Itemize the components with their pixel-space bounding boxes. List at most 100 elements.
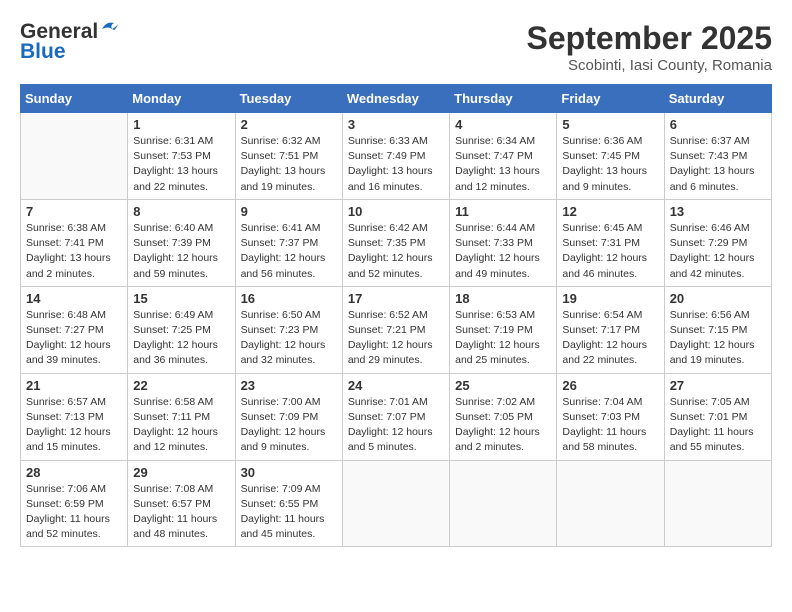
day-number: 25 (455, 378, 551, 393)
weekday-header: Wednesday (342, 85, 449, 113)
day-info: Sunrise: 7:06 AMSunset: 6:59 PMDaylight:… (26, 482, 122, 543)
day-info: Sunrise: 7:08 AMSunset: 6:57 PMDaylight:… (133, 482, 229, 543)
day-info: Sunrise: 6:33 AMSunset: 7:49 PMDaylight:… (348, 134, 444, 195)
logo-bird-icon (100, 21, 118, 37)
day-number: 19 (562, 291, 658, 306)
day-number: 11 (455, 204, 551, 219)
calendar-cell (21, 113, 128, 200)
day-info: Sunrise: 6:50 AMSunset: 7:23 PMDaylight:… (241, 308, 337, 369)
calendar-cell (664, 460, 771, 547)
day-info: Sunrise: 7:00 AMSunset: 7:09 PMDaylight:… (241, 395, 337, 456)
day-info: Sunrise: 6:46 AMSunset: 7:29 PMDaylight:… (670, 221, 766, 282)
calendar-cell: 8 Sunrise: 6:40 AMSunset: 7:39 PMDaylight… (128, 199, 235, 286)
calendar-cell: 6 Sunrise: 6:37 AMSunset: 7:43 PMDaylight… (664, 113, 771, 200)
day-number: 4 (455, 117, 551, 132)
calendar-body: 1 Sunrise: 6:31 AMSunset: 7:53 PMDaylight… (21, 113, 772, 547)
day-info: Sunrise: 6:37 AMSunset: 7:43 PMDaylight:… (670, 134, 766, 195)
calendar-cell (450, 460, 557, 547)
calendar-week-row: 21 Sunrise: 6:57 AMSunset: 7:13 PMDayligh… (21, 373, 772, 460)
calendar-cell: 18Sunrise: 6:53 AMSunset: 7:19 PMDayligh… (450, 286, 557, 373)
day-info: Sunrise: 6:44 AMSunset: 7:33 PMDaylight:… (455, 221, 551, 282)
calendar-cell: 14 Sunrise: 6:48 AMSunset: 7:27 PMDayligh… (21, 286, 128, 373)
calendar-cell: 20 Sunrise: 6:56 AMSunset: 7:15 PMDayligh… (664, 286, 771, 373)
weekday-header: Thursday (450, 85, 557, 113)
day-number: 6 (670, 117, 766, 132)
day-info: Sunrise: 6:45 AMSunset: 7:31 PMDaylight:… (562, 221, 658, 282)
day-number: 27 (670, 378, 766, 393)
day-info: Sunrise: 7:09 AMSunset: 6:55 PMDaylight:… (241, 482, 337, 543)
calendar-cell: 17 Sunrise: 6:52 AMSunset: 7:21 PMDayligh… (342, 286, 449, 373)
calendar-cell: 7Sunrise: 6:38 AMSunset: 7:41 PMDaylight… (21, 199, 128, 286)
calendar-cell: 2 Sunrise: 6:32 AMSunset: 7:51 PMDaylight… (235, 113, 342, 200)
calendar-cell: 1 Sunrise: 6:31 AMSunset: 7:53 PMDaylight… (128, 113, 235, 200)
calendar-cell: 29 Sunrise: 7:08 AMSunset: 6:57 PMDayligh… (128, 460, 235, 547)
logo: General Blue (20, 20, 118, 64)
calendar-cell: 23 Sunrise: 7:00 AMSunset: 7:09 PMDayligh… (235, 373, 342, 460)
day-info: Sunrise: 6:42 AMSunset: 7:35 PMDaylight:… (348, 221, 444, 282)
weekday-header: Monday (128, 85, 235, 113)
day-info: Sunrise: 7:04 AMSunset: 7:03 PMDaylight:… (562, 395, 658, 456)
calendar-cell (557, 460, 664, 547)
calendar-week-row: 7Sunrise: 6:38 AMSunset: 7:41 PMDaylight… (21, 199, 772, 286)
day-info: Sunrise: 6:49 AMSunset: 7:25 PMDaylight:… (133, 308, 229, 369)
day-number: 3 (348, 117, 444, 132)
calendar-cell: 24Sunrise: 7:01 AMSunset: 7:07 PMDayligh… (342, 373, 449, 460)
day-number: 7 (26, 204, 122, 219)
day-info: Sunrise: 6:40 AMSunset: 7:39 PMDaylight:… (133, 221, 229, 282)
calendar-cell: 28Sunrise: 7:06 AMSunset: 6:59 PMDayligh… (21, 460, 128, 547)
calendar-cell: 26 Sunrise: 7:04 AMSunset: 7:03 PMDayligh… (557, 373, 664, 460)
day-number: 23 (241, 378, 337, 393)
day-info: Sunrise: 6:48 AMSunset: 7:27 PMDaylight:… (26, 308, 122, 369)
day-number: 10 (348, 204, 444, 219)
day-info: Sunrise: 6:31 AMSunset: 7:53 PMDaylight:… (133, 134, 229, 195)
calendar-week-row: 14 Sunrise: 6:48 AMSunset: 7:27 PMDayligh… (21, 286, 772, 373)
calendar-cell: 22Sunrise: 6:58 AMSunset: 7:11 PMDayligh… (128, 373, 235, 460)
weekday-header: Friday (557, 85, 664, 113)
weekday-header: Sunday (21, 85, 128, 113)
calendar-cell: 4 Sunrise: 6:34 AMSunset: 7:47 PMDaylight… (450, 113, 557, 200)
calendar-cell: 15 Sunrise: 6:49 AMSunset: 7:25 PMDayligh… (128, 286, 235, 373)
calendar-week-row: 1 Sunrise: 6:31 AMSunset: 7:53 PMDaylight… (21, 113, 772, 200)
day-number: 14 (26, 291, 122, 306)
day-info: Sunrise: 6:36 AMSunset: 7:45 PMDaylight:… (562, 134, 658, 195)
day-number: 17 (348, 291, 444, 306)
day-info: Sunrise: 6:56 AMSunset: 7:15 PMDaylight:… (670, 308, 766, 369)
calendar-cell: 5 Sunrise: 6:36 AMSunset: 7:45 PMDaylight… (557, 113, 664, 200)
day-number: 29 (133, 465, 229, 480)
calendar-table: SundayMondayTuesdayWednesdayThursdayFrid… (20, 84, 772, 547)
day-number: 24 (348, 378, 444, 393)
day-info: Sunrise: 7:02 AMSunset: 7:05 PMDaylight:… (455, 395, 551, 456)
day-info: Sunrise: 6:32 AMSunset: 7:51 PMDaylight:… (241, 134, 337, 195)
day-number: 13 (670, 204, 766, 219)
day-number: 1 (133, 117, 229, 132)
day-number: 8 (133, 204, 229, 219)
calendar-cell: 27 Sunrise: 7:05 AMSunset: 7:01 PMDayligh… (664, 373, 771, 460)
day-number: 9 (241, 204, 337, 219)
weekday-header: Saturday (664, 85, 771, 113)
day-info: Sunrise: 7:05 AMSunset: 7:01 PMDaylight:… (670, 395, 766, 456)
title-area: September 2025 Scobinti, Iasi County, Ro… (527, 20, 772, 74)
day-number: 20 (670, 291, 766, 306)
location: Scobinti, Iasi County, Romania (527, 57, 772, 74)
day-number: 22 (133, 378, 229, 393)
calendar-week-row: 28Sunrise: 7:06 AMSunset: 6:59 PMDayligh… (21, 460, 772, 547)
calendar-cell: 25 Sunrise: 7:02 AMSunset: 7:05 PMDayligh… (450, 373, 557, 460)
calendar-cell: 11 Sunrise: 6:44 AMSunset: 7:33 PMDayligh… (450, 199, 557, 286)
day-info: Sunrise: 6:34 AMSunset: 7:47 PMDaylight:… (455, 134, 551, 195)
calendar-cell: 30Sunrise: 7:09 AMSunset: 6:55 PMDayligh… (235, 460, 342, 547)
calendar-cell: 16Sunrise: 6:50 AMSunset: 7:23 PMDayligh… (235, 286, 342, 373)
calendar-cell: 9Sunrise: 6:41 AMSunset: 7:37 PMDaylight… (235, 199, 342, 286)
page-header: General Blue September 2025 Scobinti, Ia… (20, 20, 772, 74)
day-number: 15 (133, 291, 229, 306)
day-info: Sunrise: 6:52 AMSunset: 7:21 PMDaylight:… (348, 308, 444, 369)
calendar-cell: 21 Sunrise: 6:57 AMSunset: 7:13 PMDayligh… (21, 373, 128, 460)
day-number: 21 (26, 378, 122, 393)
month-title: September 2025 (527, 20, 772, 57)
day-number: 5 (562, 117, 658, 132)
day-number: 26 (562, 378, 658, 393)
day-info: Sunrise: 6:53 AMSunset: 7:19 PMDaylight:… (455, 308, 551, 369)
day-number: 2 (241, 117, 337, 132)
day-info: Sunrise: 6:57 AMSunset: 7:13 PMDaylight:… (26, 395, 122, 456)
calendar-cell: 19Sunrise: 6:54 AMSunset: 7:17 PMDayligh… (557, 286, 664, 373)
calendar-cell: 3 Sunrise: 6:33 AMSunset: 7:49 PMDaylight… (342, 113, 449, 200)
